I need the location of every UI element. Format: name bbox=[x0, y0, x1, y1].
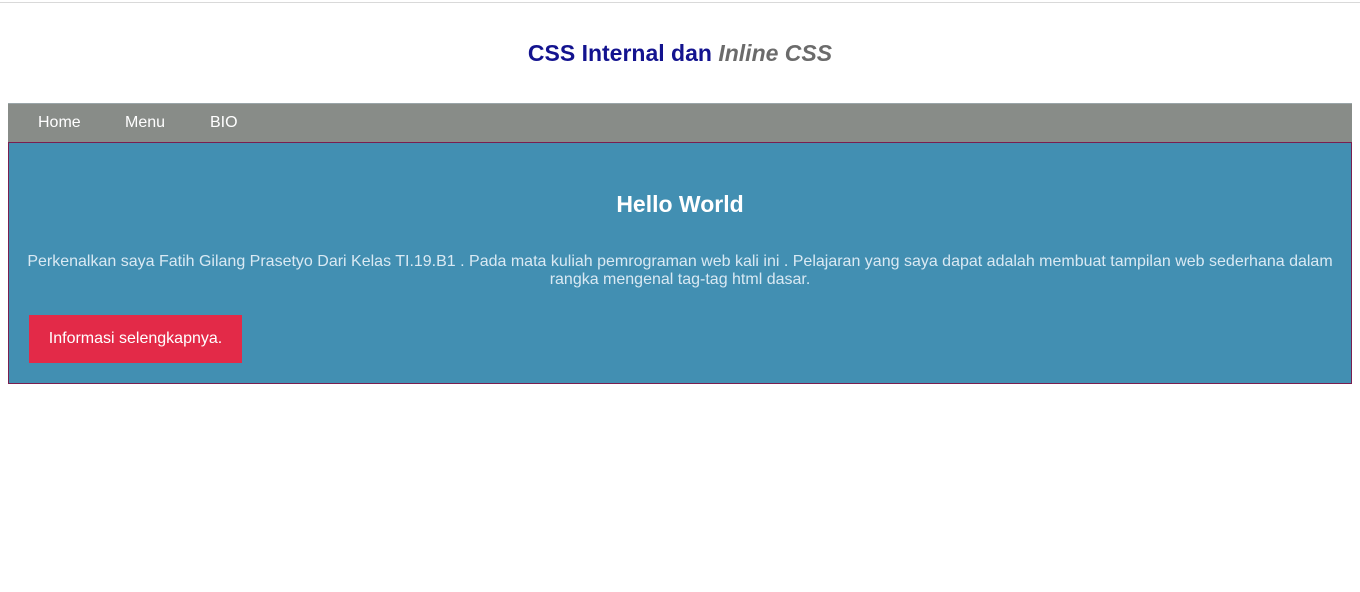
nav-item-home[interactable]: Home bbox=[38, 113, 81, 133]
hero-heading: Hello World bbox=[616, 191, 744, 217]
navbar: Home Menu BIO bbox=[8, 103, 1352, 142]
page: CSS Internal dan Inline CSS Home Menu BI… bbox=[0, 0, 1360, 592]
top-divider bbox=[0, 2, 1360, 3]
hero-section: Hello World Perkenalkan saya Fatih Gilan… bbox=[8, 142, 1352, 384]
page-title-css: CSS bbox=[784, 40, 833, 66]
page-title-inline: Inline bbox=[718, 40, 779, 66]
hero-paragraph: Perkenalkan saya Fatih Gilang Prasetyo D… bbox=[27, 253, 1333, 288]
more-info-button[interactable]: Informasi selengkapnya. bbox=[29, 315, 242, 363]
page-title: CSS Internal dan Inline CSS bbox=[0, 38, 1360, 68]
nav-item-menu[interactable]: Menu bbox=[125, 113, 165, 133]
nav-item-bio[interactable]: BIO bbox=[210, 113, 238, 133]
page-title-main: CSS Internal dan bbox=[527, 40, 712, 66]
